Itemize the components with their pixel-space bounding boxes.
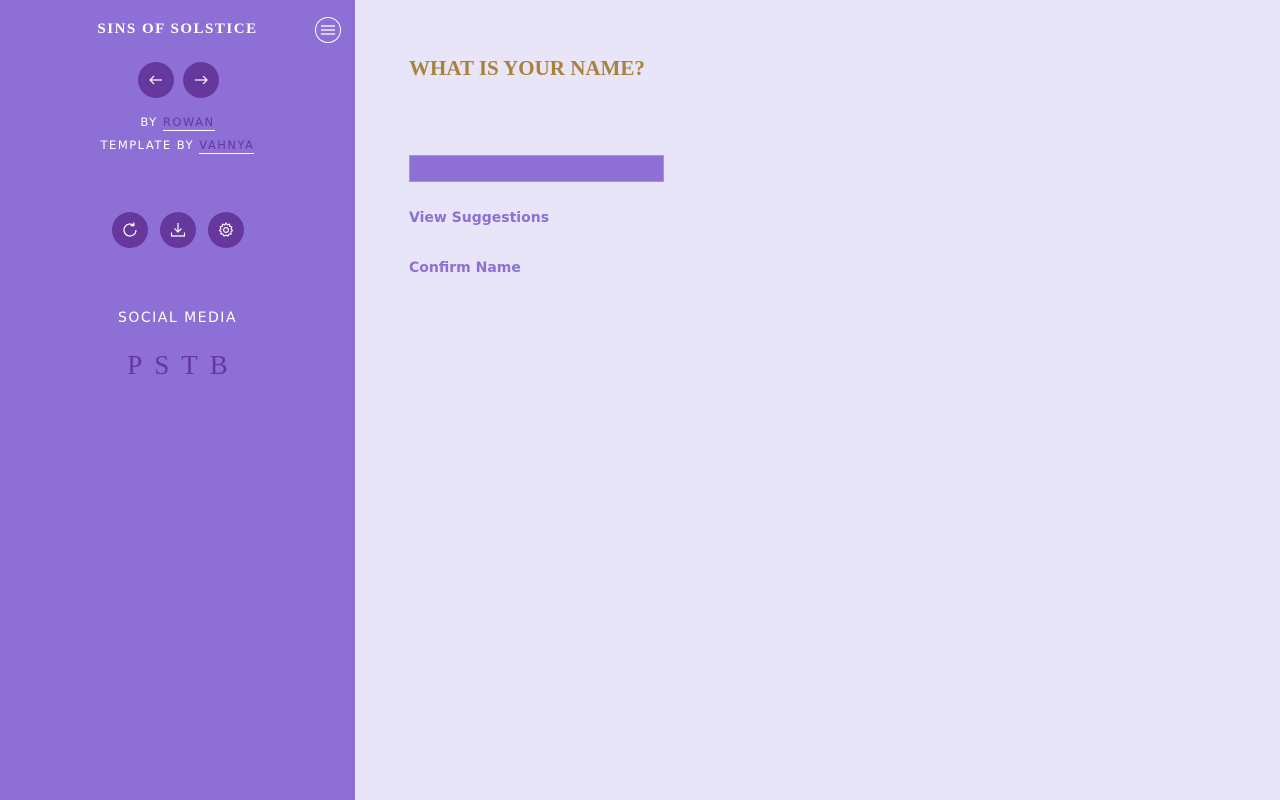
author-line: BY ROWAN	[0, 111, 355, 134]
game-title: SINS OF SOLSTICE	[97, 21, 258, 37]
name-question: WHAT IS YOUR NAME?	[409, 56, 645, 80]
author-link[interactable]: ROWAN	[162, 115, 215, 131]
forward-button[interactable]	[183, 62, 219, 98]
back-button[interactable]	[138, 62, 174, 98]
arrow-right-icon	[195, 75, 208, 85]
social-media-heading: SOCIAL MEDIA	[117, 310, 238, 326]
settings-button[interactable]	[208, 212, 244, 248]
name-input[interactable]	[409, 155, 664, 182]
navigation-buttons	[138, 62, 219, 98]
menu-button[interactable]	[315, 17, 341, 43]
view-suggestions-link[interactable]: View Suggestions	[409, 210, 549, 226]
template-author-link[interactable]: VAHNYA	[199, 138, 255, 154]
social-link-b[interactable]: B	[210, 350, 228, 381]
credits: BY ROWAN TEMPLATE BY VAHNYA	[0, 111, 355, 157]
sidebar: SINS OF SOLSTICE BY ROWAN TEMPLATE BY VA…	[0, 0, 355, 800]
hamburger-menu-icon	[321, 25, 335, 35]
restart-icon	[123, 222, 137, 237]
restart-button[interactable]	[112, 212, 148, 248]
social-link-p[interactable]: P	[127, 350, 142, 381]
story-passage: WHAT IS YOUR NAME? View Suggestions Conf…	[355, 0, 1280, 800]
tool-buttons	[112, 212, 244, 248]
arrow-left-icon	[149, 75, 162, 85]
app: SINS OF SOLSTICE BY ROWAN TEMPLATE BY VA…	[0, 0, 1280, 800]
social-link-s[interactable]: S	[154, 350, 169, 381]
gear-icon	[218, 222, 234, 237]
template-line: TEMPLATE BY VAHNYA	[0, 134, 355, 157]
download-icon	[170, 223, 186, 237]
save-button[interactable]	[160, 212, 196, 248]
by-label: BY	[140, 115, 158, 129]
social-link-t[interactable]: T	[181, 350, 198, 381]
social-links: P S T B	[0, 350, 355, 381]
template-by-label: TEMPLATE BY	[100, 138, 195, 152]
confirm-name-link[interactable]: Confirm Name	[409, 260, 521, 276]
